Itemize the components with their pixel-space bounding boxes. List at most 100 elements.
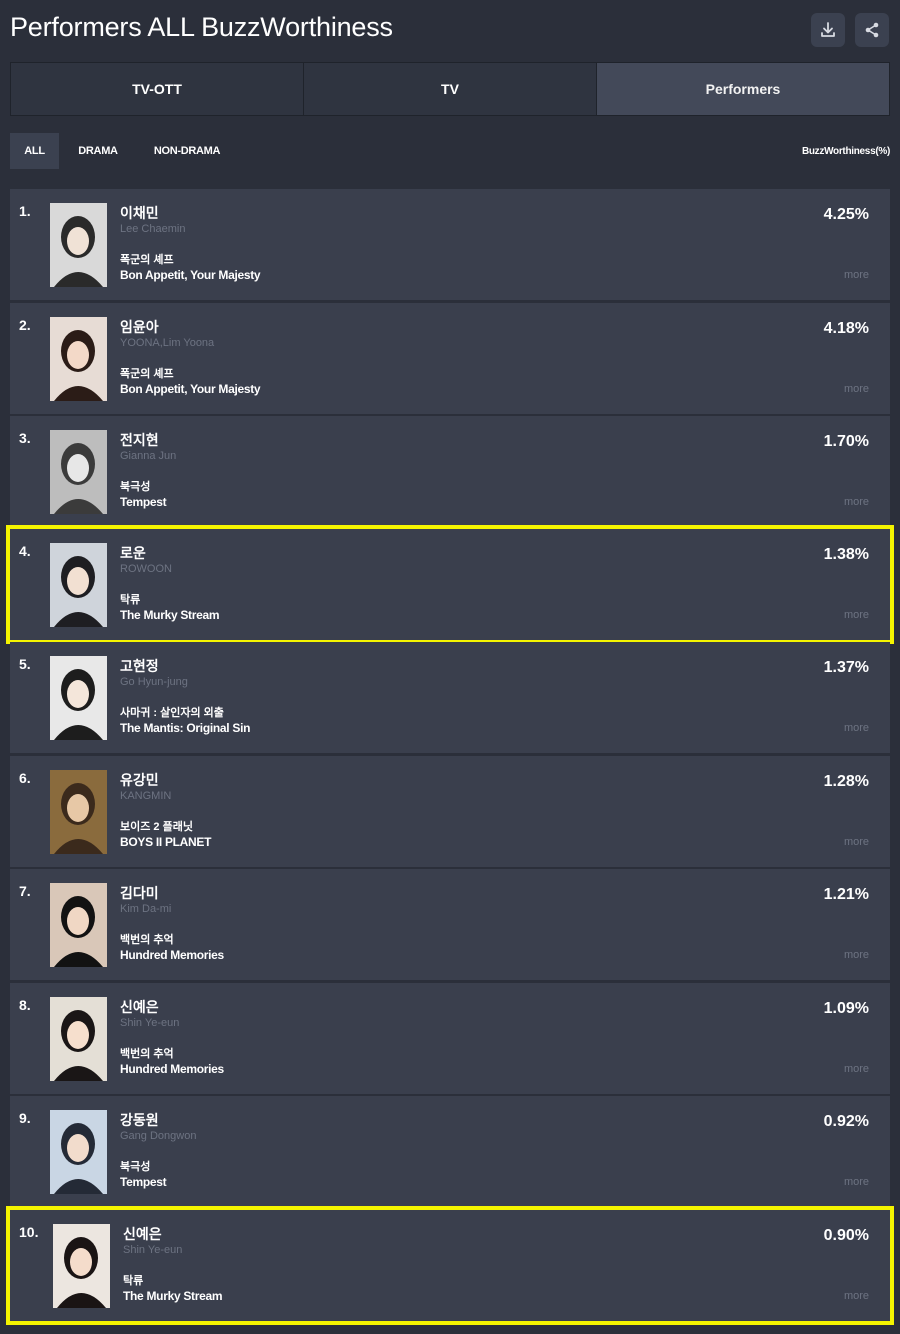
category-tabs: TV-OTT TV Performers [10, 62, 890, 116]
list-item[interactable]: 7. 김다미 Kim Da-mi 백번의 추억 Hundred Memories… [10, 869, 890, 980]
show-title-en: The Mantis: Original Sin [120, 721, 251, 735]
rank-number: 4. [19, 543, 31, 559]
performer-name-en: Lee Chaemin [120, 223, 186, 235]
performer-name-ko[interactable]: 김다미 [120, 883, 159, 903]
more-link[interactable]: more [844, 269, 869, 281]
tab-tv-ott[interactable]: TV-OTT [11, 63, 304, 115]
performer-name-ko[interactable]: 유강민 [120, 770, 159, 790]
performer-name-ko[interactable]: 신예은 [123, 1224, 162, 1244]
page-title: Performers ALL BuzzWorthiness [10, 12, 393, 42]
performer-name-en: Shin Ye-eun [120, 1017, 180, 1029]
performer-name-ko[interactable]: 신예은 [120, 997, 159, 1017]
avatar [50, 203, 107, 287]
rank-number: 9. [19, 1110, 31, 1126]
filter-bar: ALL DRAMA NON-DRAMA BuzzWorthiness(%) [10, 133, 890, 169]
show-title-en: Hundred Memories [120, 1062, 224, 1076]
avatar [53, 1224, 110, 1308]
performer-name-ko[interactable]: 강동원 [120, 1110, 159, 1130]
performer-name-ko[interactable]: 전지현 [120, 430, 159, 450]
avatar [50, 883, 107, 967]
tab-performers[interactable]: Performers [597, 63, 889, 115]
buzz-percentage: 4.25% [823, 206, 869, 223]
buzz-percentage: 1.37% [823, 659, 869, 676]
show-title-en: Tempest [120, 495, 167, 509]
performer-name-ko[interactable]: 임윤아 [120, 317, 159, 337]
list-item[interactable]: 6. 유강민 KANGMIN 보이즈 2 플래닛 BOYS II PLANET … [10, 756, 890, 867]
buzz-percentage: 1.21% [823, 886, 869, 903]
performer-name-ko[interactable]: 로운 [120, 543, 146, 563]
show-title-ko: 북극성 [120, 481, 151, 493]
performer-name-en: Go Hyun-jung [120, 676, 188, 688]
list-item[interactable]: 8. 신예은 Shin Ye-eun 백번의 추억 Hundred Memori… [10, 983, 890, 1094]
show-title-ko: 탁류 [123, 1275, 144, 1287]
rank-number: 5. [19, 656, 31, 672]
avatar [50, 317, 107, 401]
show-title-ko: 백번의 추억 [120, 1048, 174, 1060]
show-title-ko: 사마귀 : 살인자의 외출 [120, 707, 224, 719]
performer-name-en: Gianna Jun [120, 450, 177, 462]
show-title-ko: 탁류 [120, 594, 141, 606]
performer-name-en: Gang Dongwon [120, 1130, 197, 1142]
more-link[interactable]: more [844, 1176, 869, 1188]
buzz-percentage: 0.92% [823, 1113, 869, 1130]
performer-name-ko[interactable]: 이채민 [120, 203, 159, 223]
more-link[interactable]: more [844, 383, 869, 395]
buzz-percentage: 1.28% [823, 773, 869, 790]
more-link[interactable]: more [844, 836, 869, 848]
avatar [50, 1110, 107, 1194]
avatar [50, 430, 107, 514]
list-item[interactable]: 1. 이채민 Lee Chaemin 폭군의 셰프 Bon Appetit, Y… [10, 189, 890, 300]
share-icon [865, 22, 879, 38]
rank-number: 7. [19, 883, 31, 899]
performer-name-ko[interactable]: 고현정 [120, 656, 159, 676]
performer-name-en: KANGMIN [120, 790, 172, 802]
show-title-en: The Murky Stream [123, 1289, 223, 1303]
rank-number: 2. [19, 317, 31, 333]
performer-name-en: YOONA,Lim Yoona [120, 337, 215, 349]
buzz-percentage: 0.90% [823, 1227, 869, 1244]
performer-name-en: Kim Da-mi [120, 903, 172, 915]
list-item[interactable]: 3. 전지현 Gianna Jun 북극성 Tempest 1.70% more [10, 416, 890, 527]
more-link[interactable]: more [844, 1290, 869, 1302]
filter-all[interactable]: ALL [10, 133, 59, 169]
download-button[interactable] [811, 13, 845, 47]
show-title-ko: 북극성 [120, 1161, 151, 1173]
more-link[interactable]: more [844, 949, 869, 961]
share-button[interactable] [855, 13, 889, 47]
show-title-ko: 폭군의 셰프 [120, 254, 174, 266]
show-title-en: Bon Appetit, Your Majesty [120, 382, 261, 396]
buzz-percentage: 4.18% [823, 320, 869, 337]
more-link[interactable]: more [844, 1063, 869, 1075]
rank-number: 3. [19, 430, 31, 446]
rank-number: 10. [19, 1224, 39, 1240]
filter-non-drama[interactable]: NON-DRAMA [146, 133, 228, 169]
more-link[interactable]: more [844, 496, 869, 508]
rank-number: 6. [19, 770, 31, 786]
avatar [50, 656, 107, 740]
column-label: BuzzWorthiness(%) [801, 145, 890, 157]
show-title-en: Hundred Memories [120, 948, 224, 962]
list-item[interactable]: 9. 강동원 Gang Dongwon 북극성 Tempest 0.92% mo… [10, 1096, 890, 1207]
filter-drama[interactable]: DRAMA [68, 133, 128, 169]
buzz-percentage: 1.70% [823, 433, 869, 450]
performer-name-en: ROWOON [120, 563, 172, 575]
avatar [50, 770, 107, 854]
show-title-en: The Murky Stream [120, 608, 220, 622]
list-item[interactable]: 2. 임윤아 YOONA,Lim Yoona 폭군의 셰프 Bon Appeti… [10, 303, 890, 414]
list-item[interactable]: 10. 신예은 Shin Ye-eun 탁류 The Murky Stream … [6, 1206, 894, 1325]
show-title-ko: 보이즈 2 플래닛 [120, 821, 193, 833]
list-item[interactable]: 5. 고현정 Go Hyun-jung 사마귀 : 살인자의 외출 The Ma… [10, 642, 890, 753]
show-title-en: Bon Appetit, Your Majesty [120, 268, 261, 282]
more-link[interactable]: more [844, 609, 869, 621]
list-item[interactable]: 4. 로운 ROWOON 탁류 The Murky Stream 1.38% m… [6, 525, 894, 644]
download-icon [821, 22, 835, 37]
performer-name-en: Shin Ye-eun [123, 1244, 183, 1256]
show-title-ko: 폭군의 셰프 [120, 368, 174, 380]
show-title-ko: 백번의 추억 [120, 934, 174, 946]
more-link[interactable]: more [844, 722, 869, 734]
buzz-percentage: 1.09% [823, 1000, 869, 1017]
rank-number: 8. [19, 997, 31, 1013]
tab-tv[interactable]: TV [304, 63, 597, 115]
show-title-en: BOYS II PLANET [120, 835, 212, 849]
show-title-en: Tempest [120, 1175, 167, 1189]
